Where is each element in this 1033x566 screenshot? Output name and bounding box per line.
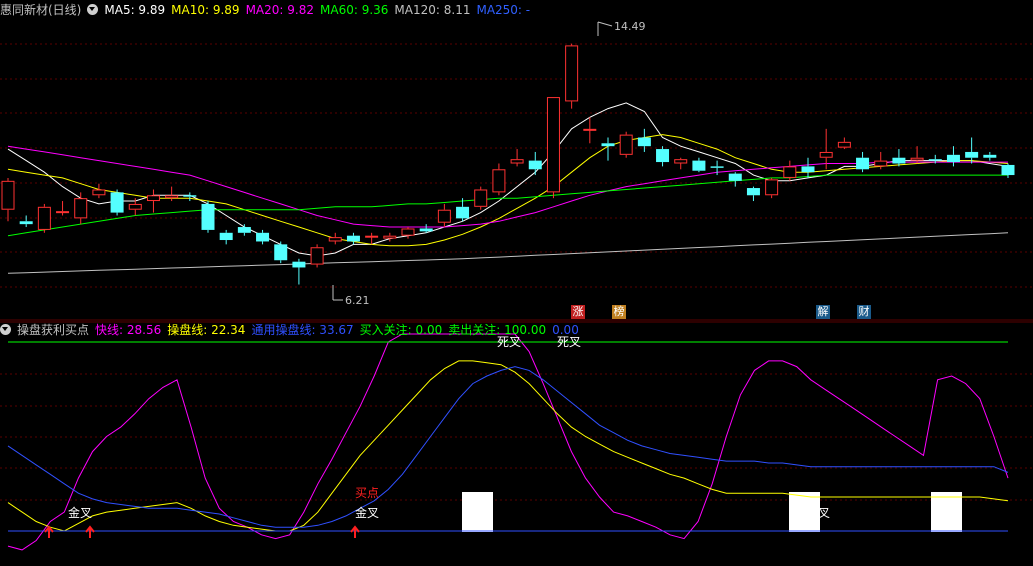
- candle: [492, 163, 506, 196]
- high-label: 14.49: [614, 20, 646, 33]
- ranking-badge[interactable]: 榜: [612, 305, 626, 319]
- buy-arrow-icon: [350, 525, 360, 538]
- finance-badge[interactable]: 财: [857, 305, 871, 319]
- sell-watch-label: 卖出关注: 100.00: [448, 323, 547, 337]
- candle: [983, 151, 997, 161]
- indicator-title: 操盘获利买点: [17, 323, 90, 337]
- cross-annotations: 金叉 金叉 买点 死叉 死叉 叉: [68, 335, 830, 520]
- candle: [165, 186, 179, 202]
- lower-grid: [0, 373, 1033, 501]
- buy-watch-label: 买入关注: 0.00: [359, 323, 443, 337]
- signal-box: [789, 492, 820, 532]
- candle: [1, 177, 15, 222]
- candle: [765, 177, 779, 199]
- candle: [965, 137, 979, 164]
- unlock-badge[interactable]: 解: [816, 305, 830, 319]
- candle: [56, 201, 70, 216]
- ma250-label: MA250: -: [476, 3, 531, 17]
- candle: [437, 203, 451, 228]
- candle: [583, 117, 597, 144]
- upper-ma-lines: [7, 102, 1009, 274]
- candle: [310, 244, 324, 268]
- signal-boxes: [462, 492, 962, 532]
- candle: [674, 157, 688, 170]
- death-cross-label: 叉: [818, 506, 830, 520]
- ma5-label: MA5: 9.89: [104, 3, 166, 17]
- signal-box: [931, 492, 962, 532]
- ma-line: [7, 102, 1009, 257]
- candle: [292, 258, 306, 285]
- candle: [565, 43, 579, 109]
- candle: [856, 151, 870, 173]
- candle: [183, 192, 197, 202]
- upper-header: 惠同新材(日线) MA5: 9.89 MA10: 9.89 MA20: 9.82 MA6…: [0, 1, 536, 19]
- lower-header: 操盘获利买点 快线: 28.56 操盘线: 22.34 通用操盘线: 33.67 买入关…: [0, 321, 585, 339]
- ma-line: [7, 174, 1008, 237]
- candle: [728, 172, 742, 187]
- limit-up-badge[interactable]: 涨: [571, 305, 585, 319]
- candle: [1001, 163, 1015, 178]
- signal-box: [462, 492, 493, 532]
- candle: [74, 192, 88, 225]
- fast-line-label: 快线: 28.56: [95, 323, 162, 337]
- buy-arrows: [44, 525, 360, 538]
- candle: [19, 215, 33, 228]
- general-line-label: 通用操盘线: 33.67: [251, 323, 354, 337]
- price-extremes: 14.49 6.21: [332, 20, 646, 307]
- buy-arrow-icon: [44, 525, 54, 538]
- candle: [892, 149, 906, 167]
- candle: [328, 232, 342, 245]
- candle: [92, 183, 106, 199]
- high-pointer-leg: [597, 21, 613, 27]
- stock-title: 惠同新材(日线): [0, 3, 82, 17]
- candle: [219, 229, 233, 245]
- candle: [474, 186, 488, 210]
- candle: [619, 131, 633, 158]
- indicator-line: [7, 333, 1009, 551]
- candle: [946, 146, 960, 167]
- ma20-label: MA20: 9.82: [245, 3, 314, 17]
- buy-point-label: 买点: [355, 486, 379, 500]
- ma-line: [7, 232, 1009, 274]
- candle: [656, 146, 670, 167]
- trade-line-label: 操盘线: 22.34: [167, 323, 246, 337]
- golden-cross-label: 金叉: [68, 505, 92, 520]
- candle: [237, 224, 251, 236]
- ma120-label: MA120: 8.11: [394, 3, 471, 17]
- candle: [256, 229, 270, 245]
- candle: [546, 97, 560, 199]
- zero-line-label: 0.00: [552, 323, 579, 337]
- candle: [201, 201, 215, 233]
- candle: [528, 151, 542, 176]
- candle: [692, 157, 706, 173]
- candle: [837, 137, 851, 150]
- ma10-label: MA10: 9.89: [171, 3, 240, 17]
- candle: [110, 189, 124, 216]
- ma60-label: MA60: 9.36: [320, 3, 389, 17]
- low-label: 6.21: [345, 294, 370, 307]
- upper-candles: [1, 43, 1015, 285]
- candle: [37, 203, 51, 233]
- buy-arrow-icon: [85, 525, 95, 538]
- candle: [637, 128, 651, 152]
- upper-menu-icon[interactable]: [87, 4, 99, 15]
- candle: [146, 189, 160, 213]
- candle: [783, 160, 797, 181]
- candle: [746, 186, 760, 202]
- golden-cross-label: 金叉: [355, 505, 379, 520]
- chart-canvas: 14.49 6.21 金叉 金叉 买点 死叉 死叉 叉: [0, 20, 1033, 551]
- indicator-lines: [7, 333, 1009, 551]
- ma-line: [7, 134, 1009, 247]
- candle: [274, 241, 288, 264]
- candle: [801, 157, 815, 178]
- indicator-line: [7, 360, 1009, 532]
- candle: [510, 149, 524, 167]
- lower-menu-icon[interactable]: [0, 324, 11, 335]
